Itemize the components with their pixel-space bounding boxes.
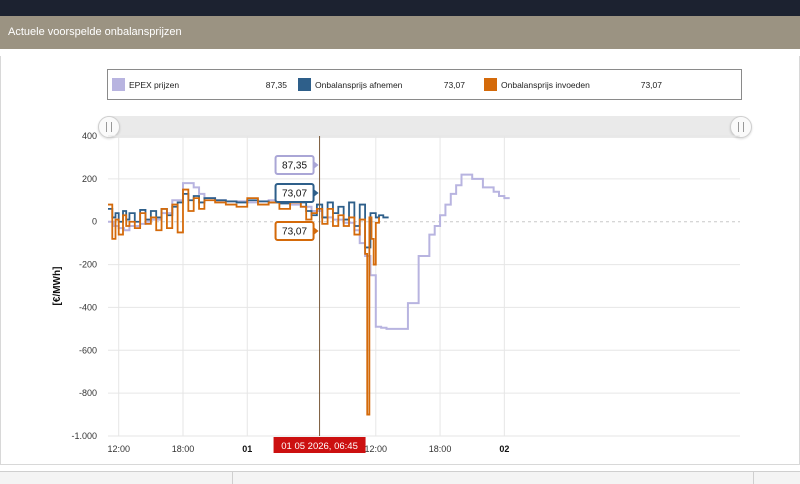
chart-canvas: 400 200 0 -200 -400 -600 -800 -1.000 12:00 18:00 0… xyxy=(52,131,740,454)
x-tick-label: 02 xyxy=(499,444,509,454)
tooltip-pointer-icon xyxy=(313,189,319,197)
x-tick-label: 01 xyxy=(242,444,252,454)
x-tick-label: 18:00 xyxy=(172,444,195,454)
series-line-invoeden xyxy=(108,188,380,416)
y-tick-label: -1.000 xyxy=(71,431,97,441)
tooltip-value-afnemen: 73,07 xyxy=(282,189,307,200)
y-tick-label: 0 xyxy=(92,217,97,227)
x-tick-label: 12:00 xyxy=(107,444,130,454)
y-tick-label: -600 xyxy=(79,345,97,355)
table-header-cell[interactable] xyxy=(233,472,754,484)
table-header-bar xyxy=(0,471,800,484)
tooltip-pointer-icon xyxy=(313,227,319,235)
tooltip-value-epex: 87,35 xyxy=(282,161,307,172)
x-tick-label: 18:00 xyxy=(429,444,452,454)
y-tick-label: 200 xyxy=(82,174,97,184)
crosshair-label: 01 05 2026, 06:45 xyxy=(281,441,358,452)
y-tick-label: 400 xyxy=(82,131,97,141)
y-tick-label: -200 xyxy=(79,260,97,270)
y-tick-label: -800 xyxy=(79,388,97,398)
tooltip-value-invoeden: 73,07 xyxy=(282,227,307,238)
table-header-cell[interactable] xyxy=(0,472,233,484)
y-axis-title: [€/MWh] xyxy=(52,267,63,306)
y-tick-label: -400 xyxy=(79,302,97,312)
x-tick-label: 12:00 xyxy=(365,444,388,454)
tooltip-pointer-icon xyxy=(313,161,319,169)
